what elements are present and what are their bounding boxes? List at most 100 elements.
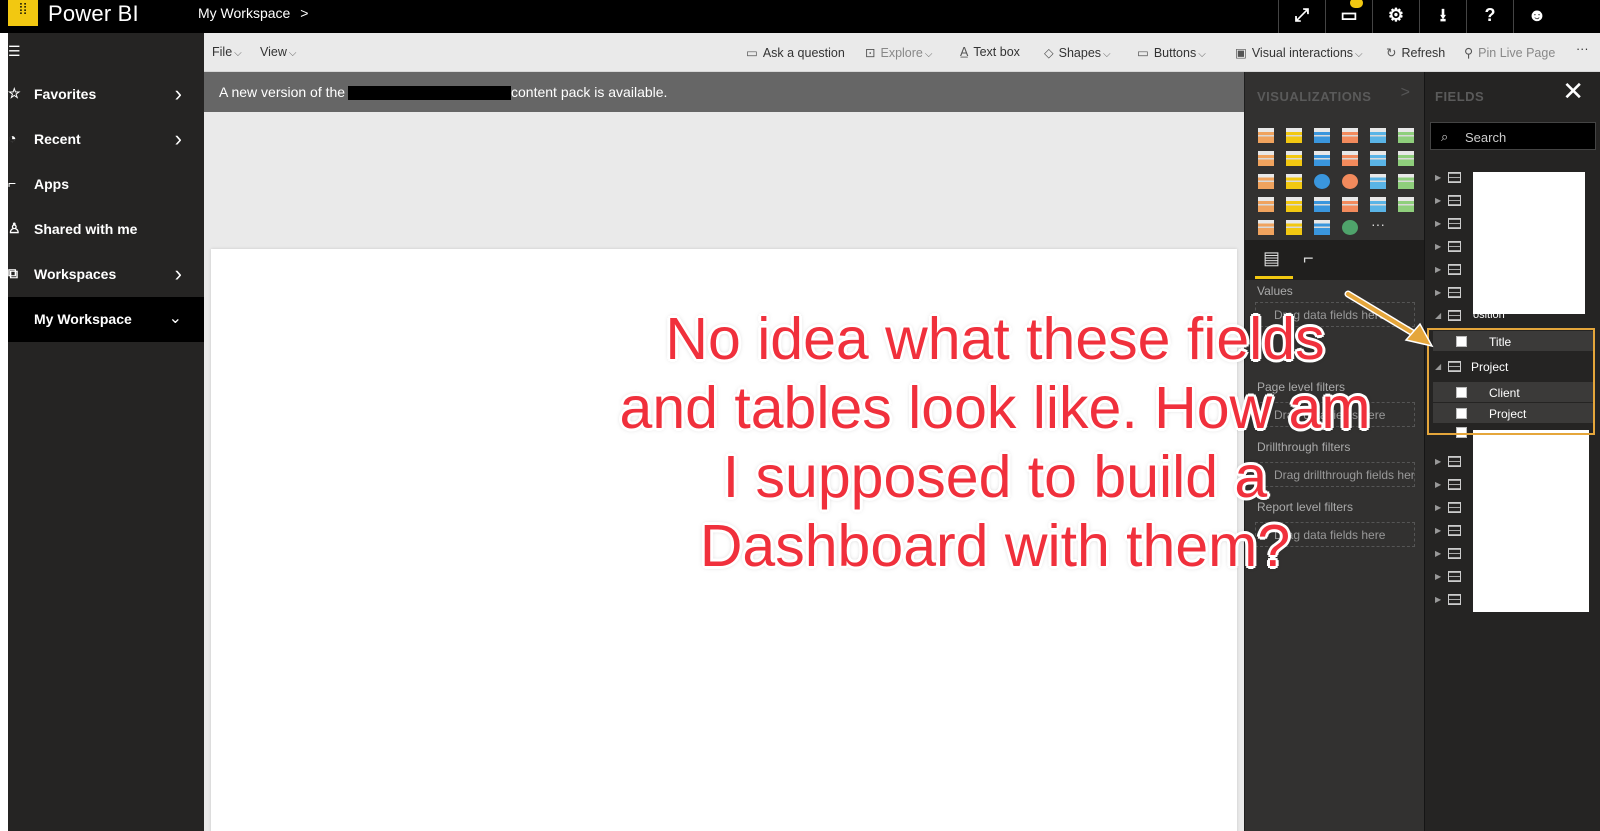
speech-bubble-icon: ▭ [746, 46, 758, 60]
pin-label: Pin Live Page [1478, 46, 1556, 60]
feedback-smiley-icon[interactable]: ☻ [1513, 0, 1560, 33]
shapes-menu[interactable]: ◇ Shapes ⌵ [1044, 45, 1111, 60]
scatter-icon[interactable] [1281, 170, 1309, 193]
stacked-column-icon[interactable] [1281, 124, 1309, 147]
clustered-bar-icon[interactable] [1309, 124, 1337, 147]
donut-icon[interactable] [1337, 170, 1365, 193]
chevron-down-icon: ⌵ [924, 49, 933, 60]
search-icon: ⌕ [1441, 129, 1449, 144]
line-icon[interactable] [1253, 147, 1281, 170]
search-placeholder: Search [1465, 130, 1507, 145]
nav-item-workspaces[interactable]: ⧉ Workspaces › [8, 252, 204, 297]
buttons-label: Buttons [1153, 46, 1197, 60]
visual-glyph [1314, 151, 1330, 166]
nav-item-apps[interactable]: ⌐ Apps [8, 162, 204, 207]
map-icon[interactable] [1393, 170, 1421, 193]
clustered-column-icon[interactable] [1337, 124, 1365, 147]
nav-label-shared: Shared with me [34, 221, 138, 237]
report-toolbar: File ⌵ View ⌵ ▭ Ask a question ⊡ Explore ⌵ A̲… [204, 33, 1600, 72]
table-icon[interactable] [1281, 216, 1309, 239]
nav-label-apps: Apps [34, 176, 69, 192]
collapse-chevron-icon[interactable]: > [1401, 84, 1410, 102]
explore-icon: ⊡ [865, 46, 876, 60]
visual-glyph [1286, 174, 1302, 189]
visualizations-title: VISUALIZATIONS [1257, 89, 1372, 104]
stacked-bar-icon[interactable] [1253, 124, 1281, 147]
line-clustered-icon[interactable] [1365, 147, 1393, 170]
visual-interactions-menu[interactable]: ▣ Visual interactions ⌵ [1235, 45, 1363, 60]
table-icon [1448, 195, 1461, 206]
nav-item-favorites[interactable]: ☆ Favorites › [8, 72, 204, 117]
filled-map-icon[interactable] [1253, 193, 1281, 216]
app-launcher-icon[interactable]: ⁞⁞ [8, 0, 38, 26]
fullscreen-icon[interactable]: ⤢ [1278, 0, 1325, 33]
values-label: Values [1257, 284, 1293, 298]
100-column-icon[interactable] [1393, 124, 1421, 147]
close-icon[interactable]: ✕ [1562, 76, 1584, 107]
ask-question-button[interactable]: ▭ Ask a question [746, 45, 845, 60]
funnel-icon[interactable] [1281, 193, 1309, 216]
line-column-icon[interactable] [1337, 147, 1365, 170]
visual-glyph [1370, 174, 1386, 189]
visual-glyph [1342, 151, 1358, 166]
nav-item-shared-with-me[interactable]: ♙ Shared with me [8, 207, 204, 252]
clock-icon: ◔ [8, 130, 17, 146]
more-options-icon[interactable]: ··· [1576, 42, 1589, 56]
matrix-icon[interactable] [1309, 216, 1337, 239]
area-icon[interactable] [1281, 147, 1309, 170]
view-menu[interactable]: View ⌵ [260, 45, 296, 59]
nav-item-my-workspace[interactable]: My Workspace ⌄ [8, 297, 204, 342]
expand-triangle-icon[interactable]: ▶ [1435, 219, 1441, 228]
visual-glyph [1342, 197, 1358, 212]
search-input[interactable]: ⌕ Search [1430, 122, 1596, 150]
breadcrumb-workspace[interactable]: My Workspace [198, 5, 290, 21]
chevron-right-icon: › [174, 126, 182, 151]
expand-triangle-icon[interactable]: ▶ [1435, 242, 1441, 251]
visual-glyph [1258, 197, 1274, 212]
fields-pane: FIELDS ✕ ⌕ Search osition ▶ ▶ ▶ ▶ ▶ ▶ ◢ ▶ ▶ ▶ ▶ ▶ ▶ ▶… [1424, 72, 1600, 831]
breadcrumb[interactable]: My Workspace > [198, 5, 308, 21]
star-icon: ☆ [8, 85, 21, 101]
nav-label-workspaces: Workspaces [34, 266, 117, 282]
brand-name[interactable]: Power BI [48, 1, 139, 27]
expand-triangle-icon[interactable]: ▶ [1435, 196, 1441, 205]
visual-glyph [1342, 128, 1358, 143]
expand-triangle-icon[interactable]: ▶ [1435, 265, 1441, 274]
more-icon[interactable]: ··· [1365, 216, 1393, 239]
ribbon-icon[interactable] [1393, 147, 1421, 170]
gauge-icon[interactable] [1309, 193, 1337, 216]
visual-glyph [1314, 197, 1330, 212]
file-menu[interactable]: File ⌵ [212, 45, 242, 59]
fields-tab-icon[interactable]: ▤ [1263, 248, 1280, 269]
nav-label-recent: Recent [34, 131, 81, 147]
explore-menu[interactable]: ⊡ Explore ⌵ [865, 45, 932, 60]
text-box-button[interactable]: A̲ Text box [960, 45, 1020, 59]
pin-live-page-button[interactable]: ⚲ Pin Live Page [1464, 45, 1555, 60]
help-icon[interactable]: ? [1466, 0, 1513, 33]
format-paint-roller-icon[interactable]: ⌐ [1303, 248, 1314, 269]
notifications-icon[interactable]: ▭ [1325, 0, 1372, 33]
slicer-icon[interactable] [1253, 216, 1281, 239]
card-icon[interactable] [1337, 193, 1365, 216]
100-bar-icon[interactable] [1365, 124, 1393, 147]
refresh-button[interactable]: ↻ Refresh [1386, 45, 1445, 60]
expand-triangle-icon[interactable]: ▶ [1435, 595, 1441, 604]
download-icon[interactable]: ⭳ [1419, 0, 1466, 33]
multi-row-card-icon[interactable] [1365, 193, 1393, 216]
stacked-area-icon[interactable] [1309, 147, 1337, 170]
expand-triangle-icon[interactable]: ▶ [1435, 173, 1441, 182]
visual-glyph [1370, 151, 1386, 166]
treemap-icon[interactable] [1365, 170, 1393, 193]
file-label: File [212, 45, 233, 59]
hamburger-menu-icon[interactable]: ☰ [8, 43, 21, 60]
settings-gear-icon[interactable]: ⚙ [1372, 0, 1419, 33]
buttons-menu[interactable]: ▭ Buttons ⌵ [1137, 45, 1206, 60]
globe-icon[interactable] [1337, 216, 1365, 239]
waterfall-icon[interactable] [1253, 170, 1281, 193]
chevron-right-icon: › [174, 261, 182, 286]
nav-item-recent[interactable]: ◔ Recent › [8, 117, 204, 162]
kpi-icon[interactable] [1393, 193, 1421, 216]
pie-icon[interactable] [1309, 170, 1337, 193]
table-icon [1448, 594, 1461, 605]
visual-interactions-label: Visual interactions [1251, 46, 1354, 60]
